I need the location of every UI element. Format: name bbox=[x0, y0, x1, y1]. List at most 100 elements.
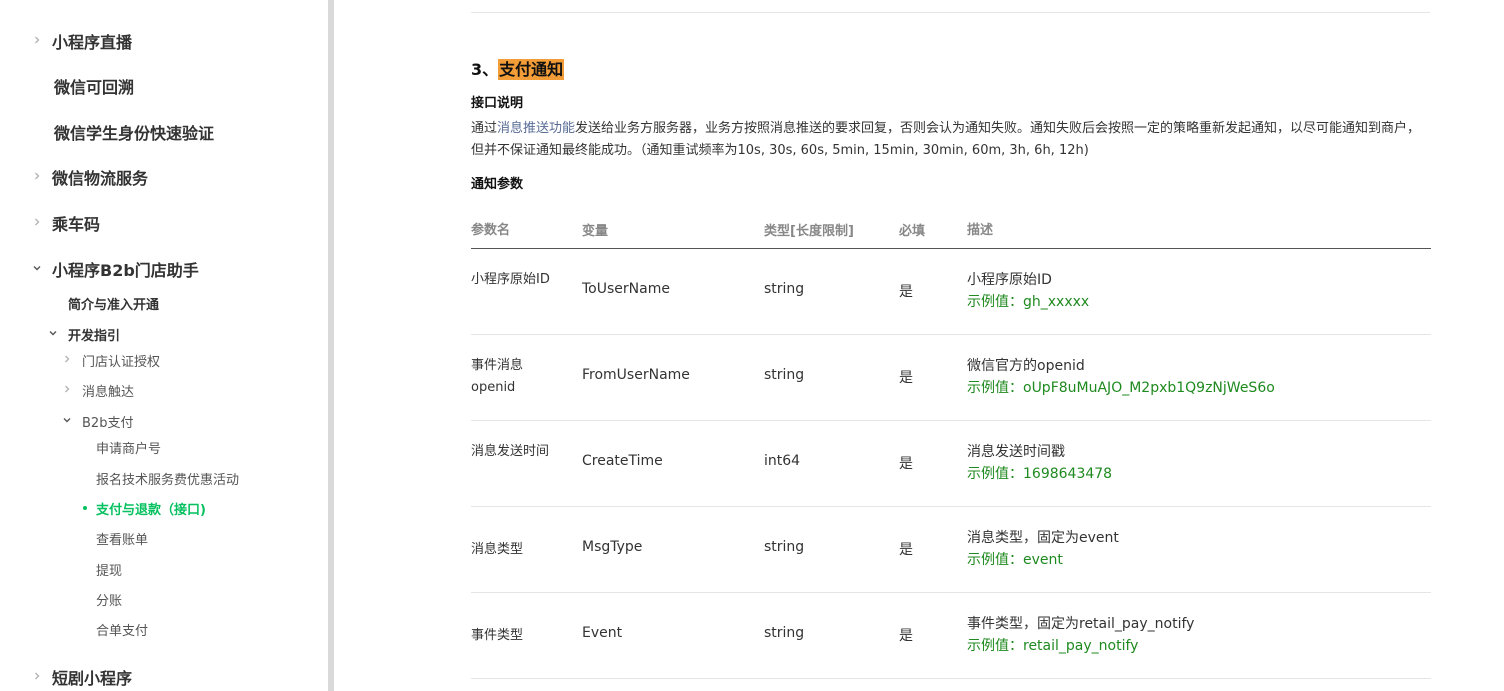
sidebar-item-short-drama[interactable]: 短剧小程序 bbox=[30, 665, 132, 689]
cell-type: string bbox=[764, 281, 805, 297]
sidebar-item-b2b-store[interactable]: 小程序B2b门店助手 bbox=[30, 257, 199, 281]
header-description: 描述 bbox=[967, 223, 994, 238]
sidebar-item-ride-code[interactable]: 乘车码 bbox=[30, 211, 100, 235]
cell-type: int64 bbox=[764, 453, 801, 469]
sidebar-item-label: 微信可回溯 bbox=[54, 78, 135, 97]
chevron-right-icon bbox=[30, 670, 44, 684]
cell-variable: CreateTime bbox=[582, 453, 663, 469]
cell-variable: ToUserName bbox=[582, 281, 670, 297]
sidebar-item-label: 微信学生身份快速验证 bbox=[54, 124, 215, 143]
cell-variable: MsgType bbox=[582, 539, 643, 555]
sidebar-item-label: B2b支付 bbox=[82, 415, 134, 431]
sidebar-item-withdraw[interactable]: 提现 bbox=[96, 557, 122, 581]
sidebar-item-label: 申请商户号 bbox=[96, 441, 162, 457]
cell-param-name: 小程序原始ID bbox=[471, 272, 550, 287]
example-value: 示例值：oUpF8uMuAJO_M2pxb1Q9zNjWeS6o bbox=[967, 380, 1275, 396]
header-param-name: 参数名 bbox=[471, 223, 511, 238]
cell-required: 是 bbox=[899, 284, 913, 300]
cell-param-name: 事件消息openid bbox=[471, 358, 524, 395]
table-header: 参数名 变量 类型[长度限制] 必填 描述 bbox=[471, 210, 1431, 249]
desc-rest: 发送给业务方服务器，业务方按照消息推送的要求回复，否则会认为通知失败。通知失败后… bbox=[471, 121, 1421, 158]
sidebar-nav: 小程序直播 微信可回溯 微信学生身份快速验证 微信物流服务 乘车码 小程序B2b… bbox=[0, 0, 328, 691]
table-row: 事件类型 Event string 是 事件类型，固定为retail_pay_n… bbox=[471, 593, 1431, 679]
example-value: 示例值：retail_pay_notify bbox=[967, 638, 1139, 654]
desc-prefix: 通过 bbox=[471, 121, 498, 136]
notify-params-heading: 通知参数 bbox=[471, 177, 524, 192]
example-value: 示例值：1698643478 bbox=[967, 466, 1113, 482]
sidebar-item-label: 支付与退款（接口) bbox=[96, 502, 206, 518]
table-row: 小程序原始ID ToUserName string 是 小程序原始ID 示例值：g… bbox=[471, 249, 1431, 335]
example-value: 示例值：gh_xxxxx bbox=[967, 294, 1090, 310]
chevron-down-icon bbox=[46, 327, 60, 341]
desc-text: 消息类型，固定为event bbox=[967, 530, 1119, 546]
section-title-text: 支付通知 bbox=[498, 59, 565, 80]
main-content: 3、支付通知 接口说明 通过消息推送功能发送给业务方服务器，业务方按照消息推送的… bbox=[334, 0, 1504, 691]
chevron-right-icon bbox=[30, 34, 44, 48]
section-title: 3、支付通知 bbox=[471, 56, 565, 80]
cell-required: 是 bbox=[899, 456, 913, 472]
chevron-right-icon bbox=[30, 170, 44, 184]
chevron-down-icon bbox=[60, 414, 74, 428]
chevron-right-icon bbox=[60, 353, 74, 367]
sidebar-item-label: 报名技术服务费优惠活动 bbox=[96, 472, 240, 488]
cell-param-name: 消息类型 bbox=[471, 542, 524, 557]
sidebar-item-split[interactable]: 分账 bbox=[96, 587, 122, 611]
sidebar-item-apply-merchant[interactable]: 申请商户号 bbox=[96, 435, 161, 459]
sidebar-item-pay-refund[interactable]: 支付与退款（接口) bbox=[83, 496, 206, 520]
active-dot-icon bbox=[83, 506, 87, 510]
cell-required: 是 bbox=[899, 542, 913, 558]
header-type: 类型[长度限制] bbox=[764, 224, 854, 239]
cell-required: 是 bbox=[899, 628, 913, 644]
cell-param-name: 消息发送时间 bbox=[471, 444, 550, 459]
cell-required: 是 bbox=[899, 370, 913, 386]
cell-variable: Event bbox=[582, 625, 623, 641]
sidebar-item-label: 开发指引 bbox=[68, 328, 121, 344]
sidebar-item-label: 查看账单 bbox=[96, 532, 149, 548]
interface-description: 通过消息推送功能发送给业务方服务器，业务方按照消息推送的要求回复，否则会认为通知… bbox=[471, 118, 1431, 162]
cell-type: string bbox=[764, 625, 805, 641]
desc-text: 微信官方的openid bbox=[967, 358, 1085, 374]
sidebar-item-label: 合单支付 bbox=[96, 623, 149, 639]
chevron-right-icon bbox=[30, 216, 44, 230]
example-value: 示例值：event bbox=[967, 552, 1063, 568]
sidebar-item-label: 门店认证授权 bbox=[82, 354, 161, 370]
sidebar-item-label: 乘车码 bbox=[52, 215, 101, 234]
sidebar-item-live[interactable]: 小程序直播 bbox=[30, 29, 132, 53]
sidebar-item-combined-pay[interactable]: 合单支付 bbox=[96, 617, 148, 641]
sidebar-item-cutoff[interactable] bbox=[30, 0, 52, 10]
sidebar-item-label: 提现 bbox=[96, 563, 123, 579]
table-row: 事件消息openid FromUserName string 是 微信官方的op… bbox=[471, 335, 1431, 421]
chevron-down-icon bbox=[30, 262, 44, 276]
desc-text: 消息发送时间戳 bbox=[967, 444, 1065, 460]
sidebar-item-intro[interactable]: 简介与准入开通 bbox=[68, 291, 159, 315]
cell-param-name: 事件类型 bbox=[471, 628, 524, 643]
table-row: 消息发送时间 CreateTime int64 是 消息发送时间戳示例值：169… bbox=[471, 421, 1431, 507]
sidebar-item-dev-guide[interactable]: 开发指引 bbox=[46, 322, 120, 346]
sidebar-item-traceable[interactable]: 微信可回溯 bbox=[54, 74, 134, 98]
sidebar-item-label: 小程序直播 bbox=[52, 33, 133, 52]
header-variable: 变量 bbox=[582, 224, 609, 239]
sidebar-item-logistics[interactable]: 微信物流服务 bbox=[30, 165, 148, 189]
chevron-down-icon bbox=[30, 0, 44, 5]
sidebar-item-student-verify[interactable]: 微信学生身份快速验证 bbox=[54, 120, 214, 144]
section-number: 3、 bbox=[471, 60, 499, 79]
sidebar-item-label: 微信物流服务 bbox=[52, 169, 149, 188]
cell-type: string bbox=[764, 367, 805, 383]
sidebar-item-b2b-pay[interactable]: B2b支付 bbox=[60, 409, 133, 433]
sidebar-item-label: 简介与准入开通 bbox=[68, 297, 160, 313]
message-push-link[interactable]: 消息推送功能 bbox=[497, 121, 575, 136]
params-table: 参数名 变量 类型[长度限制] 必填 描述 小程序原始ID ToUserName… bbox=[471, 210, 1431, 679]
cell-variable: FromUserName bbox=[582, 367, 690, 383]
sidebar-item-label: 小程序B2b门店助手 bbox=[52, 261, 199, 280]
interface-desc-heading: 接口说明 bbox=[471, 96, 524, 111]
sidebar-item-label: 分账 bbox=[96, 593, 123, 609]
header-required: 必填 bbox=[899, 224, 926, 239]
desc-text: 事件类型，固定为retail_pay_notify bbox=[967, 616, 1195, 632]
sidebar-item-fee-discount[interactable]: 报名技术服务费优惠活动 bbox=[96, 466, 239, 490]
sidebar-item-bill[interactable]: 查看账单 bbox=[96, 526, 148, 550]
divider bbox=[471, 12, 1430, 13]
sidebar-item-store-auth[interactable]: 门店认证授权 bbox=[60, 348, 160, 372]
sidebar-item-message-reach[interactable]: 消息触达 bbox=[60, 378, 134, 402]
desc-text: 小程序原始ID bbox=[967, 272, 1052, 288]
table-row: 消息类型 MsgType string 是 消息类型，固定为event 示例值：e… bbox=[471, 507, 1431, 593]
